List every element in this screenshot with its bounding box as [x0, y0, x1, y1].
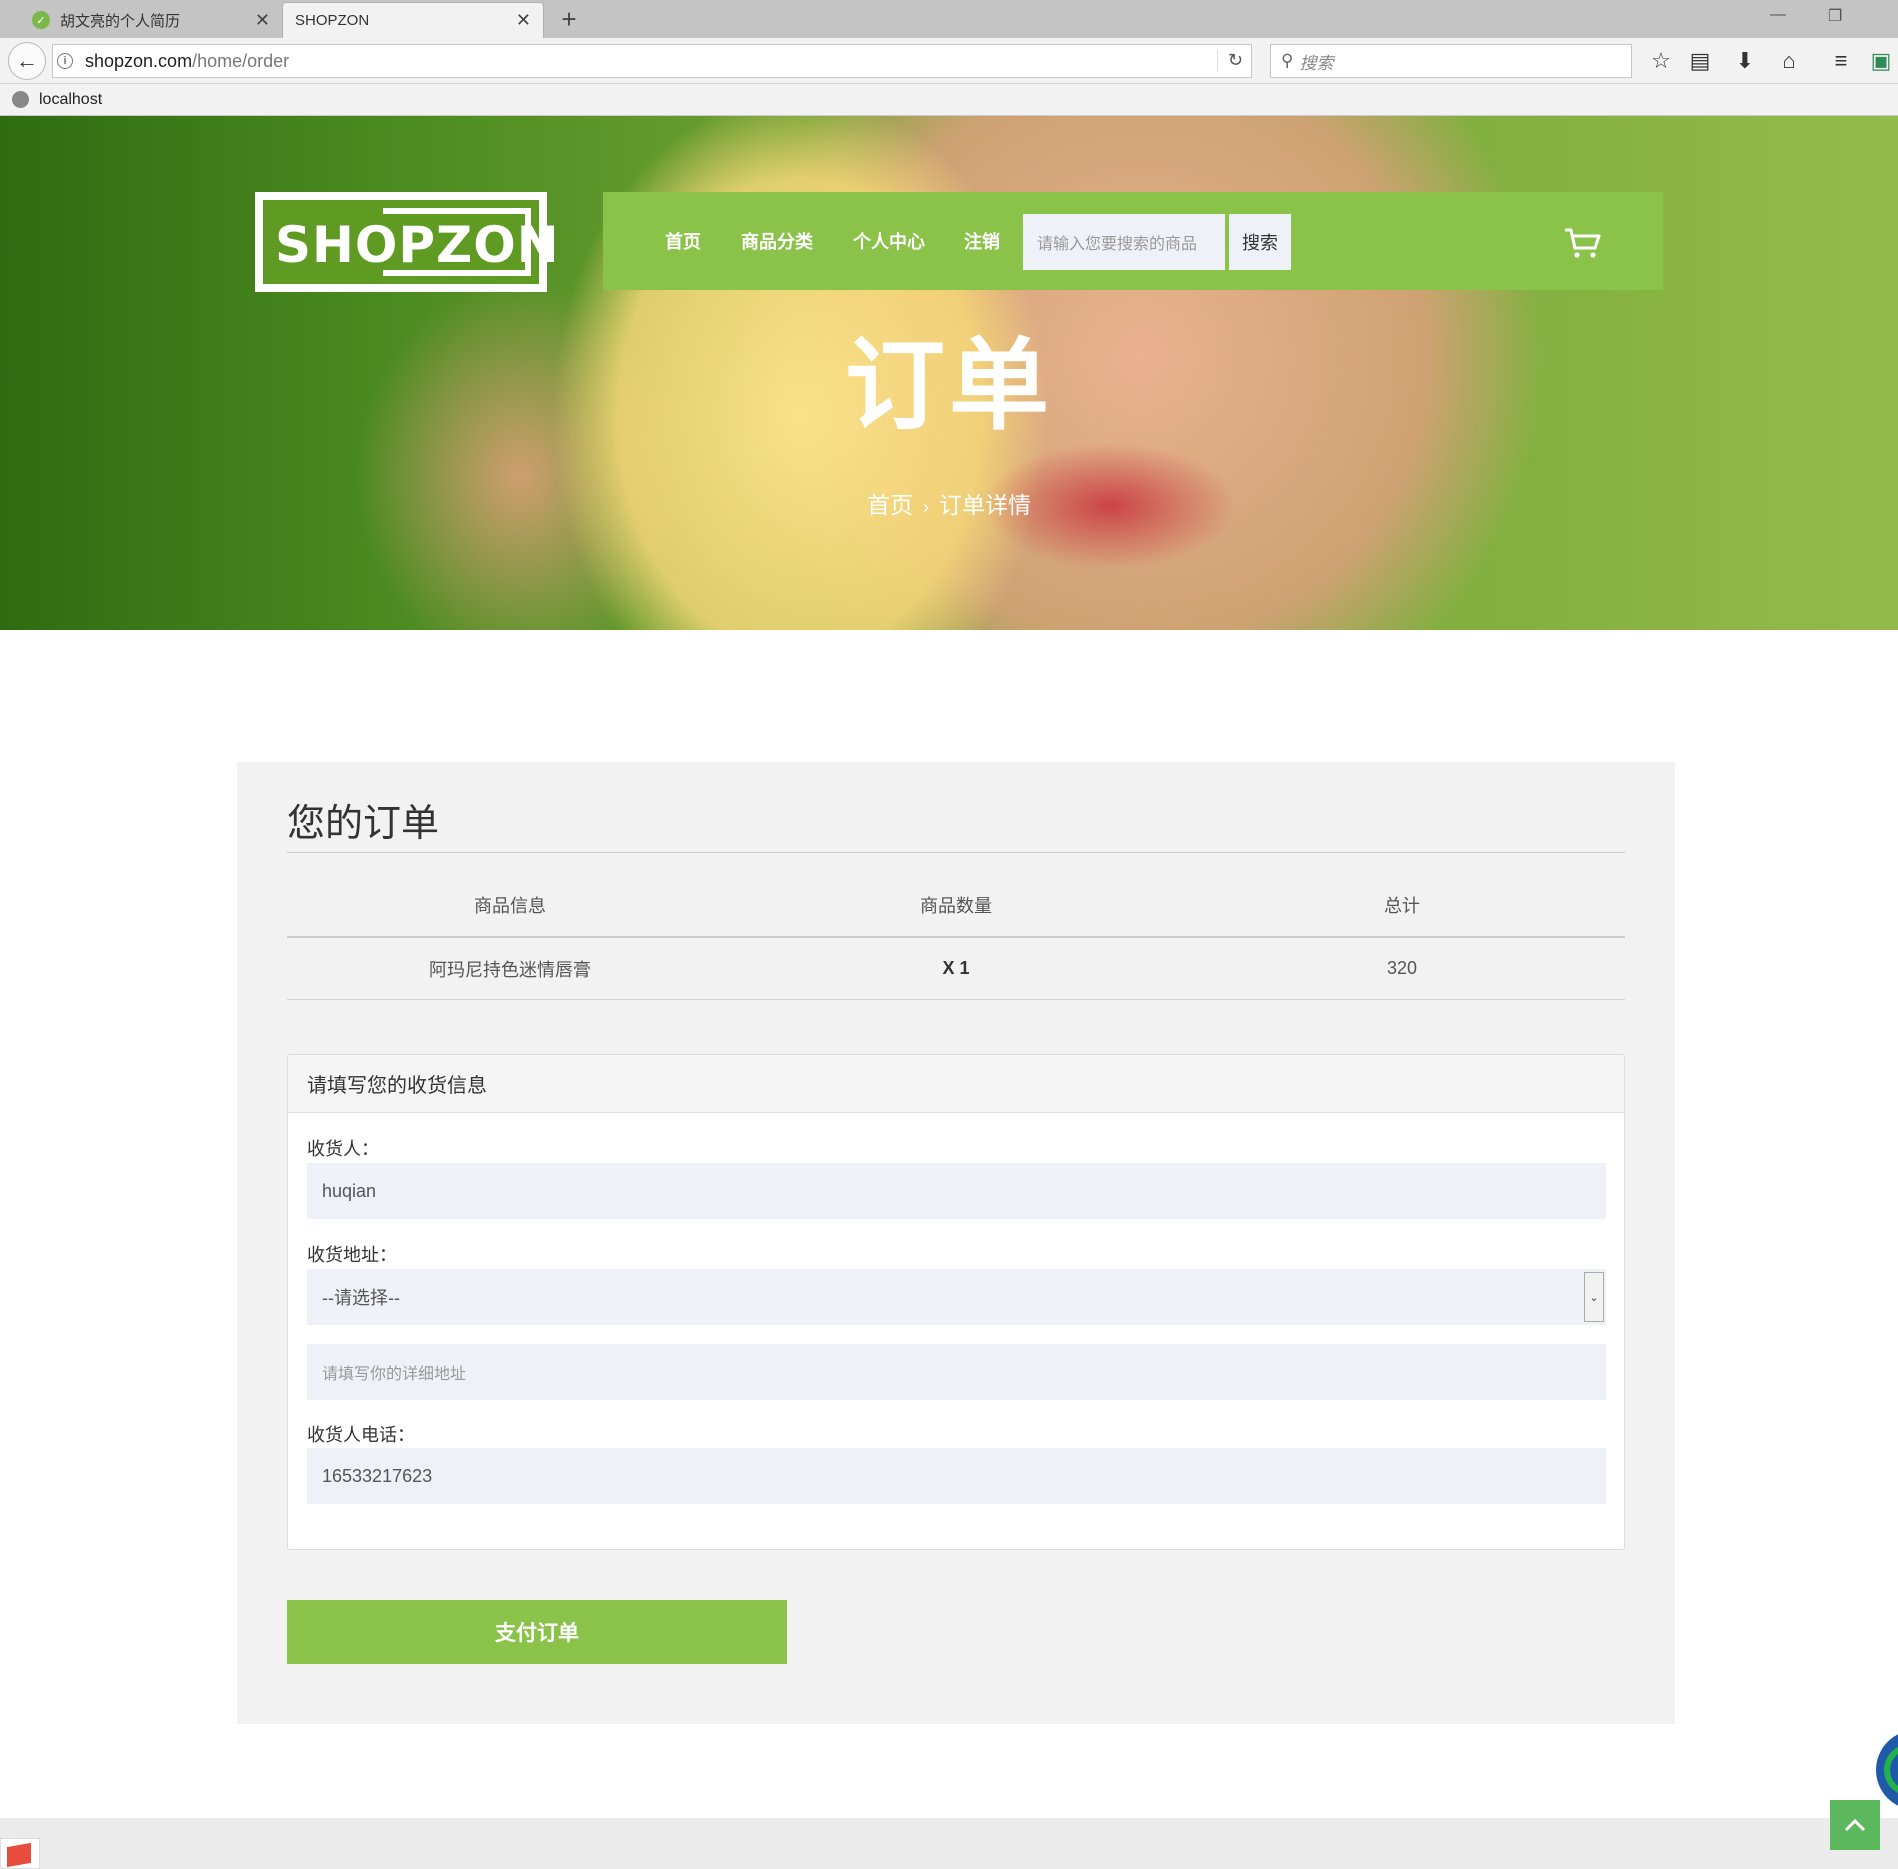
- breadcrumb-home[interactable]: 首页: [867, 492, 913, 518]
- receiver-input[interactable]: huqian: [307, 1163, 1606, 1219]
- reload-icon[interactable]: ↻: [1216, 50, 1243, 71]
- back-arrow-icon[interactable]: ←: [8, 42, 46, 80]
- site-logo[interactable]: SHOPZON: [255, 192, 559, 292]
- browser-tab-bar: ✓ 胡文亮的个人简历 ✕ SHOPZON ✕ + — ❐: [0, 0, 1898, 38]
- product-name: 阿玛尼持色迷情唇膏: [429, 959, 591, 980]
- url-host: shopzon.com: [85, 50, 193, 71]
- nav-home[interactable]: 首页: [665, 228, 701, 254]
- nav-profile[interactable]: 个人中心: [853, 228, 925, 254]
- product-search-input[interactable]: 请输入您要搜索的商品: [1023, 214, 1225, 270]
- pay-order-button[interactable]: 支付订单: [287, 1600, 787, 1664]
- column-header: 商品信息: [474, 896, 546, 916]
- minimize-icon[interactable]: —: [1770, 6, 1786, 24]
- divider: [287, 852, 1625, 853]
- order-panel: 您的订单 商品信息 商品数量 总计 阿玛尼持色迷情唇膏 X 1 320 请填写您…: [237, 762, 1675, 1724]
- tab-title: SHOPZON: [295, 12, 370, 29]
- breadcrumb: 首页 › 订单详情: [0, 486, 1898, 520]
- new-tab-icon[interactable]: +: [554, 4, 584, 35]
- chevron-right-icon: ›: [923, 497, 929, 517]
- logo-text: SHOPZON: [275, 216, 560, 274]
- reading-list-icon[interactable]: ▤: [1685, 48, 1715, 74]
- bookmark-localhost[interactable]: localhost: [39, 91, 102, 109]
- chat-widget-icon[interactable]: [1876, 1730, 1898, 1810]
- product-total: 320: [1386, 958, 1418, 978]
- close-icon[interactable]: ✕: [255, 10, 270, 31]
- chevron-down-icon[interactable]: ⌄: [1584, 1272, 1604, 1322]
- search-icon: ⚲: [1281, 51, 1294, 70]
- address-detail-input[interactable]: 请填写你的详细地址: [307, 1344, 1606, 1400]
- url-path: /home/order: [192, 50, 290, 71]
- order-table: 商品信息 商品数量 总计 阿玛尼持色迷情唇膏 X 1 320: [287, 874, 1625, 1000]
- column-header: 总计: [1384, 896, 1420, 916]
- breadcrumb-current: 订单详情: [939, 492, 1031, 518]
- globe-icon: [12, 91, 29, 108]
- table-row: 阿玛尼持色迷情唇膏 X 1 320: [287, 938, 1625, 1000]
- tab-title: 胡文亮的个人简历: [60, 12, 181, 30]
- bookmarks-bar: localhost: [0, 84, 1898, 116]
- phone-input[interactable]: 16533217623: [307, 1448, 1606, 1504]
- menu-icon[interactable]: ≡: [1826, 48, 1856, 74]
- star-icon[interactable]: ☆: [1646, 48, 1676, 74]
- phone-label: 收货人电话：: [307, 1425, 415, 1445]
- browser-search-input[interactable]: ⚲ 搜索: [1270, 44, 1632, 78]
- address-select-value: --请选择--: [322, 1288, 400, 1308]
- extension-icon[interactable]: ▣: [1866, 48, 1896, 74]
- footer: [0, 1818, 1898, 1869]
- column-header: 商品数量: [920, 896, 992, 916]
- cart-icon[interactable]: [1563, 226, 1603, 260]
- browser-search-placeholder: 搜索: [1299, 53, 1334, 73]
- shipping-form: 请填写您的收货信息 收货人： huqian 收货地址： --请选择-- ⌄ 请填…: [287, 1054, 1625, 1550]
- nav-categories[interactable]: 商品分类: [741, 228, 813, 254]
- chevron-up-icon: [1844, 1818, 1866, 1832]
- site-nav: 首页 商品分类 个人中心 注销 请输入您要搜索的商品 搜索: [603, 192, 1663, 290]
- browser-nav-bar: ← i shopzon.com/home/order ↻ ⚲ 搜索 ☆ ▤ ⬇ …: [0, 38, 1898, 84]
- page-title: 订单: [845, 327, 1053, 444]
- app-icon[interactable]: [0, 1838, 40, 1869]
- product-search-button[interactable]: 搜索: [1229, 214, 1291, 270]
- address-select[interactable]: --请选择-- ⌄: [307, 1269, 1606, 1325]
- address-label: 收货地址：: [307, 1245, 397, 1265]
- home-icon[interactable]: ⌂: [1774, 48, 1804, 74]
- receiver-label: 收货人：: [307, 1139, 379, 1159]
- order-heading: 您的订单: [287, 803, 440, 845]
- browser-tab-shopzon[interactable]: SHOPZON ✕: [282, 2, 544, 38]
- back-to-top-button[interactable]: [1830, 1800, 1880, 1850]
- url-bar[interactable]: i shopzon.com/home/order ↻: [52, 44, 1252, 78]
- hero-banner: SHOPZON 首页 商品分类 个人中心 注销 请输入您要搜索的商品 搜索 订单…: [0, 116, 1898, 630]
- shield-icon: ✓: [32, 11, 50, 29]
- table-header-row: 商品信息 商品数量 总计: [287, 874, 1625, 938]
- product-quantity: X 1: [942, 958, 970, 978]
- browser-tab-resume[interactable]: ✓ 胡文亮的个人简历 ✕: [20, 2, 282, 38]
- nav-logout[interactable]: 注销: [964, 228, 1000, 254]
- restore-icon[interactable]: ❐: [1828, 6, 1842, 26]
- close-icon[interactable]: ✕: [516, 10, 531, 31]
- shipping-form-title: 请填写您的收货信息: [288, 1055, 1624, 1113]
- info-icon[interactable]: i: [57, 53, 73, 69]
- download-icon[interactable]: ⬇: [1730, 48, 1760, 74]
